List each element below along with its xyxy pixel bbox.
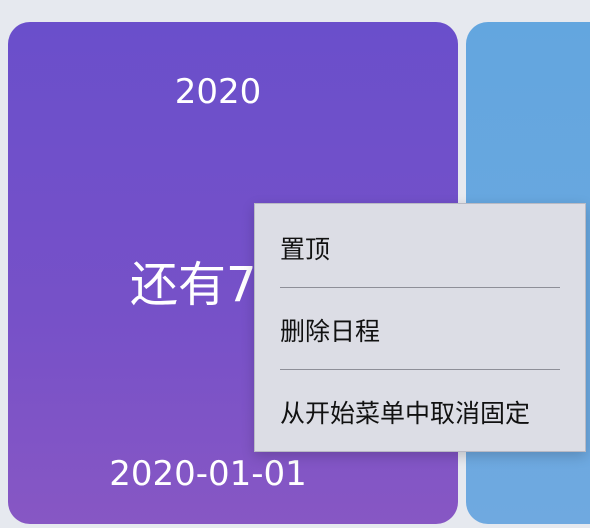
menu-divider	[280, 287, 560, 288]
context-menu: 置顶 删除日程 从开始菜单中取消固定	[254, 203, 586, 452]
menu-item-pin-top[interactable]: 置顶	[280, 230, 330, 266]
card-date: 2020-01-01	[109, 454, 307, 494]
menu-item-delete-schedule[interactable]: 删除日程	[280, 312, 380, 348]
card-countdown: 还有7	[130, 257, 257, 313]
menu-item-unpin-from-start[interactable]: 从开始菜单中取消固定	[280, 394, 530, 430]
card-year: 2020	[174, 72, 262, 112]
menu-divider	[280, 369, 560, 370]
